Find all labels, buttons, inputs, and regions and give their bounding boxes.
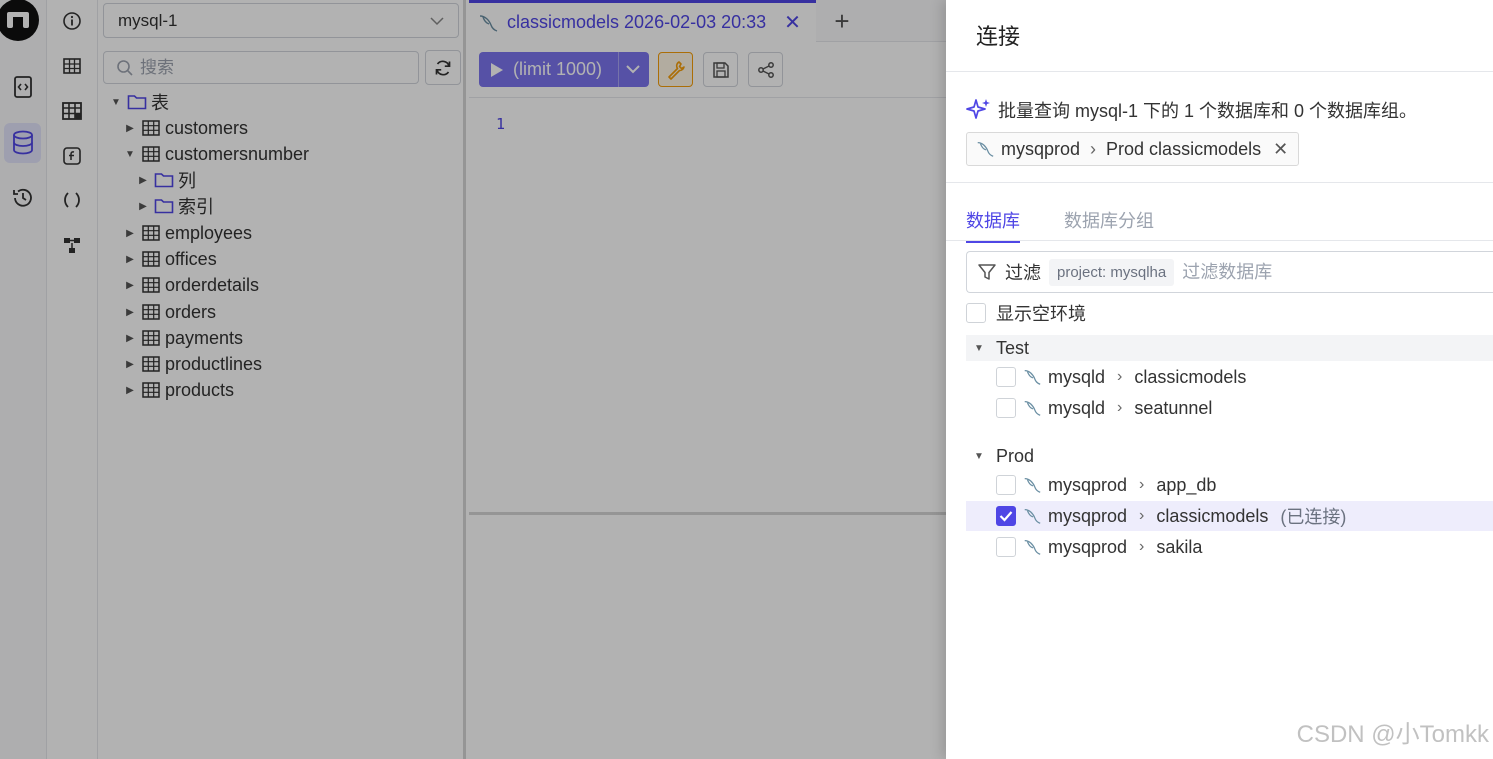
chevron-right-icon: › <box>1117 368 1123 385</box>
row-database: seatunnel <box>1134 397 1213 418</box>
database-row[interactable]: mysqprod › classicmodels (已连接) <box>966 501 1493 531</box>
modal-backdrop[interactable] <box>0 0 946 759</box>
mysql-dolphin-icon <box>977 142 994 157</box>
chip-database: Prod classicmodels <box>1106 138 1262 159</box>
caret-down-icon[interactable]: ▼ <box>966 343 986 354</box>
row-instance: mysqprod <box>1048 474 1128 495</box>
watermark: CSDN @小Tomkk <box>1296 721 1489 748</box>
database-row[interactable]: mysqld › classicmodels <box>966 362 1493 392</box>
chevron-right-icon: › <box>1139 476 1145 493</box>
caret-down-icon[interactable]: ▼ <box>966 451 986 462</box>
tab-database-groups[interactable]: 数据库分组 <box>1064 207 1154 243</box>
tab-databases[interactable]: 数据库 <box>966 207 1020 243</box>
group-name: Test <box>996 337 1030 358</box>
divider <box>946 240 1493 241</box>
batch-query-info: 批量查询 mysql-1 下的 1 个数据库和 0 个数据库组。 <box>966 97 1417 123</box>
row-database: sakila <box>1156 536 1203 557</box>
row-instance: mysqld <box>1048 397 1106 418</box>
mysql-dolphin-icon <box>1024 370 1041 385</box>
filter-tag[interactable]: project: mysqlha <box>1049 258 1175 286</box>
batch-info-text: 批量查询 mysql-1 下的 1 个数据库和 0 个数据库组。 <box>998 101 1418 121</box>
row-checkbox[interactable] <box>996 506 1016 526</box>
show-empty-checkbox[interactable] <box>966 303 986 323</box>
row-checkbox[interactable] <box>996 475 1016 495</box>
row-instance: mysqld <box>1048 366 1106 387</box>
divider <box>946 71 1493 72</box>
chip-instance: mysqprod <box>1001 138 1081 159</box>
group-name: Prod <box>996 445 1035 466</box>
database-row[interactable]: mysqprod › app_db <box>966 470 1493 500</box>
divider <box>946 182 1493 183</box>
chevron-right-icon: › <box>1139 507 1145 524</box>
chevron-right-icon: › <box>1090 138 1097 159</box>
row-database: classicmodels <box>1134 366 1247 387</box>
drawer-tabs: 数据库 数据库分组 <box>966 207 1154 243</box>
mysql-dolphin-icon <box>1024 478 1041 493</box>
database-filter[interactable]: 过滤 project: mysqlha <box>966 251 1493 293</box>
sparkle-icon <box>966 99 990 119</box>
mysql-dolphin-icon <box>1024 540 1041 555</box>
show-empty-env-toggle[interactable]: 显示空环境 <box>966 300 1086 326</box>
row-instance: mysqprod <box>1048 536 1128 557</box>
filter-label: 过滤 <box>1005 263 1041 283</box>
row-database: classicmodels <box>1156 505 1269 526</box>
connected-tag: (已连接) <box>1280 507 1347 527</box>
filter-input[interactable] <box>1182 261 1403 283</box>
drawer-title: 连接 <box>976 24 1021 49</box>
connection-drawer: 连接 批量查询 mysql-1 下的 1 个数据库和 0 个数据库组。 mysq… <box>946 0 1493 759</box>
chevron-right-icon: › <box>1117 399 1123 416</box>
mysql-dolphin-icon <box>1024 509 1041 524</box>
group-header-test[interactable]: ▼ Test <box>966 335 1493 361</box>
filter-icon <box>978 264 996 280</box>
selected-db-chip: mysqprod › Prod classicmodels ✕ <box>966 132 1300 166</box>
chevron-right-icon: › <box>1139 538 1145 555</box>
checkmark-icon <box>999 511 1013 522</box>
show-empty-label: 显示空环境 <box>996 304 1086 324</box>
database-row[interactable]: mysqld › seatunnel <box>966 393 1493 423</box>
remove-chip-icon[interactable]: ✕ <box>1273 139 1288 160</box>
row-checkbox[interactable] <box>996 398 1016 418</box>
mysql-dolphin-icon <box>1024 401 1041 416</box>
group-header-prod[interactable]: ▼ Prod <box>966 443 1493 469</box>
row-checkbox[interactable] <box>996 367 1016 387</box>
row-database: app_db <box>1156 474 1217 495</box>
row-checkbox[interactable] <box>996 537 1016 557</box>
database-row[interactable]: mysqprod › sakila <box>966 532 1493 562</box>
row-instance: mysqprod <box>1048 505 1128 526</box>
